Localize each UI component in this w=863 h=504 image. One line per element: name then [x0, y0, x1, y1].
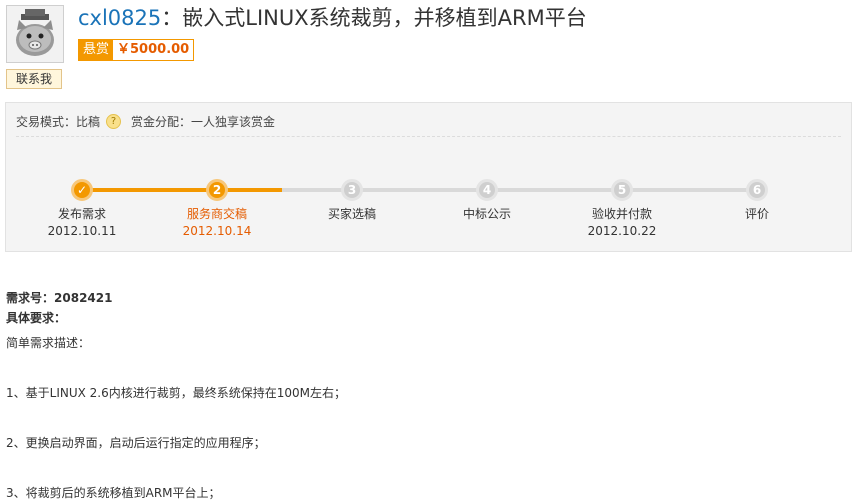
step-label: 服务商交稿 [186, 207, 247, 221]
requirement-heading: 具体要求： [6, 311, 67, 325]
step-label: 评价 [744, 207, 769, 221]
step-number: 3 [341, 179, 363, 201]
step-submit: 2 服务商交稿 2012.10.14 [157, 179, 277, 238]
description-line: 1、基于LINUX 2.6内核进行裁剪，最终系统保持在100M左右； [6, 386, 346, 400]
divider [16, 136, 841, 137]
description-line: 3、将裁剪后的系统移植到ARM平台上； [6, 486, 221, 500]
check-icon: ✓ [71, 179, 93, 201]
step-accept-pay: 5 验收并付款 2012.10.22 [562, 179, 682, 238]
step-review: 6 评价 [697, 179, 817, 224]
help-icon[interactable]: ? [106, 114, 122, 129]
description-line: 简单需求描述： [6, 336, 91, 350]
mode-value: 比稿 [76, 115, 101, 129]
step-number: 4 [476, 179, 498, 201]
step-label: 中标公示 [462, 207, 511, 221]
avatar[interactable] [6, 5, 64, 63]
step-date: 2012.10.14 [182, 224, 252, 238]
step-number: 2 [206, 179, 228, 201]
title-separator: ： [161, 6, 183, 30]
step-date: 2012.10.11 [47, 224, 117, 238]
description-line: 2、更换启动界面，启动后运行指定的应用程序； [6, 436, 266, 450]
step-select: 3 买家选稿 [292, 179, 412, 224]
bounty-label: 悬赏 [79, 40, 114, 60]
page-title: cxl0825：嵌入式LINUX系统裁剪，并移植到ARM平台 [78, 4, 587, 32]
process-panel: 交易模式： 比稿 ? 赏金分配： 一人独享该赏金 ✓ 发布需求 2012.10.… [5, 102, 852, 252]
contact-button[interactable]: 联系我 [6, 69, 62, 89]
step-date: 2012.10.22 [587, 224, 657, 238]
requirement-id: 需求号：2082421 [6, 289, 112, 306]
step-publish: ✓ 发布需求 2012.10.11 [22, 179, 142, 238]
username-link[interactable]: cxl0825 [78, 6, 161, 30]
requirement-id-value: 2082421 [54, 291, 113, 305]
distribution-label: 赏金分配： [131, 115, 192, 129]
step-label: 发布需求 [57, 207, 106, 221]
step-announce: 4 中标公示 [427, 179, 547, 224]
distribution-value: 一人独享该赏金 [191, 115, 276, 129]
step-number: 6 [746, 179, 768, 201]
pig-avatar-icon [7, 6, 63, 62]
step-label: 验收并付款 [591, 207, 652, 221]
bounty-amount: ￥5000.00 [113, 40, 194, 60]
mode-label: 交易模式： [16, 115, 77, 129]
requirement-id-label: 需求号： [6, 291, 55, 305]
bounty-badge: 悬赏 ￥5000.00 [78, 39, 195, 61]
task-title: 嵌入式LINUX系统裁剪，并移植到ARM平台 [182, 6, 587, 30]
step-label: 买家选稿 [327, 207, 376, 221]
trade-info: 交易模式： 比稿 ? 赏金分配： 一人独享该赏金 [16, 113, 275, 130]
step-number: 5 [611, 179, 633, 201]
